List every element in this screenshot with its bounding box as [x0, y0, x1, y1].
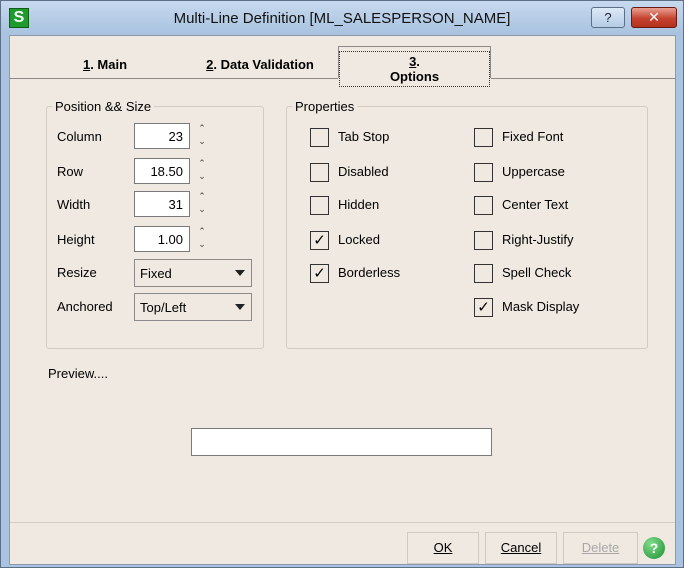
checkbox-mask-display[interactable]: ✓	[474, 298, 493, 317]
delete-button[interactable]: Delete	[563, 532, 638, 564]
column-input[interactable]: 23	[134, 123, 190, 149]
dialog-body: 1. Main 2. Data Validation 3. Options Po…	[9, 35, 676, 565]
preview-box	[191, 428, 492, 456]
checkbox-disabled[interactable]	[310, 163, 329, 182]
preview-label: Preview....	[48, 366, 108, 381]
dropdown-arrow-icon	[235, 270, 245, 276]
spin-up-icon: ⌃	[198, 191, 206, 201]
checkbox-label: Mask Display	[502, 299, 580, 314]
checkbox-locked[interactable]: ✓	[310, 231, 329, 250]
column-label: Column	[57, 129, 102, 144]
anchored-label: Anchored	[57, 299, 113, 314]
ok-button[interactable]: OK	[407, 532, 479, 564]
checkbox-right-justify[interactable]	[474, 231, 493, 250]
checkbox-tab-stop[interactable]	[310, 128, 329, 147]
height-input[interactable]: 1.00	[134, 226, 190, 252]
checkbox-fixed-font[interactable]	[474, 128, 493, 147]
dropdown-arrow-icon	[235, 304, 245, 310]
tab-main[interactable]: 1. Main	[70, 54, 140, 76]
position-size-group: Position && Size Column 23 ⌃ ⌄ Row 18.50 …	[46, 99, 264, 349]
title-bar: S Multi-Line Definition [ML_SALESPERSON_…	[1, 1, 683, 35]
row-input[interactable]: 18.50	[134, 158, 190, 184]
spin-up-icon: ⌃	[198, 158, 206, 168]
tab-data-validation[interactable]: 2. Data Validation	[195, 54, 325, 76]
checkbox-label: Locked	[338, 232, 380, 247]
properties-group: Properties Tab Stop Disabled Hidden ✓ Locked…	[286, 99, 648, 349]
tab-strip: 1. Main 2. Data Validation 3. Options	[10, 36, 676, 87]
spin-down-icon: ⌄	[198, 204, 206, 214]
width-input[interactable]: 31	[134, 191, 190, 217]
width-spinner[interactable]: ⌃ ⌄	[195, 190, 209, 218]
dialog-window: S Multi-Line Definition [ML_SALESPERSON_…	[0, 0, 684, 568]
column-spinner[interactable]: ⌃ ⌄	[195, 122, 209, 150]
checkbox-center-text[interactable]	[474, 196, 493, 215]
anchored-select[interactable]: Top/Left	[134, 293, 252, 321]
height-label: Height	[57, 232, 95, 247]
checkbox-spell-check[interactable]	[474, 264, 493, 283]
height-spinner[interactable]: ⌃ ⌄	[195, 225, 209, 253]
spin-up-icon: ⌃	[198, 123, 206, 133]
checkbox-label: Fixed Font	[502, 129, 564, 144]
checkbox-label: Hidden	[338, 197, 380, 212]
checkbox-label: Spell Check	[502, 265, 572, 280]
row-spinner[interactable]: ⌃ ⌄	[195, 157, 209, 185]
spin-down-icon: ⌄	[198, 171, 206, 181]
checkbox-label: Disabled	[338, 164, 389, 179]
checkbox-label: Borderless	[338, 265, 401, 280]
checkbox-uppercase[interactable]	[474, 163, 493, 182]
resize-label: Resize	[57, 265, 97, 280]
spin-down-icon: ⌄	[198, 136, 206, 146]
tab-options[interactable]: 3. Options	[338, 46, 491, 87]
spin-down-icon: ⌄	[198, 239, 206, 249]
resize-select[interactable]: Fixed	[134, 259, 252, 287]
help-icon[interactable]: ?	[643, 537, 665, 559]
checkbox-hidden[interactable]	[310, 196, 329, 215]
width-label: Width	[57, 197, 91, 212]
checkbox-label: Uppercase	[502, 164, 565, 179]
title-help-button[interactable]: ?	[591, 7, 625, 28]
checkbox-label: Center Text	[502, 197, 569, 212]
checkbox-borderless[interactable]: ✓	[310, 264, 329, 283]
row-label: Row	[57, 164, 84, 179]
cancel-button[interactable]: Cancel	[485, 532, 557, 564]
position-size-title: Position && Size	[52, 99, 155, 114]
close-button[interactable]: ✕	[631, 7, 677, 28]
window-title: Multi-Line Definition [ML_SALESPERSON_NA…	[173, 10, 511, 27]
checkbox-label: Tab Stop	[338, 129, 390, 144]
checkbox-label: Right-Justify	[502, 232, 574, 247]
spin-up-icon: ⌃	[198, 226, 206, 236]
properties-title: Properties	[292, 99, 358, 114]
